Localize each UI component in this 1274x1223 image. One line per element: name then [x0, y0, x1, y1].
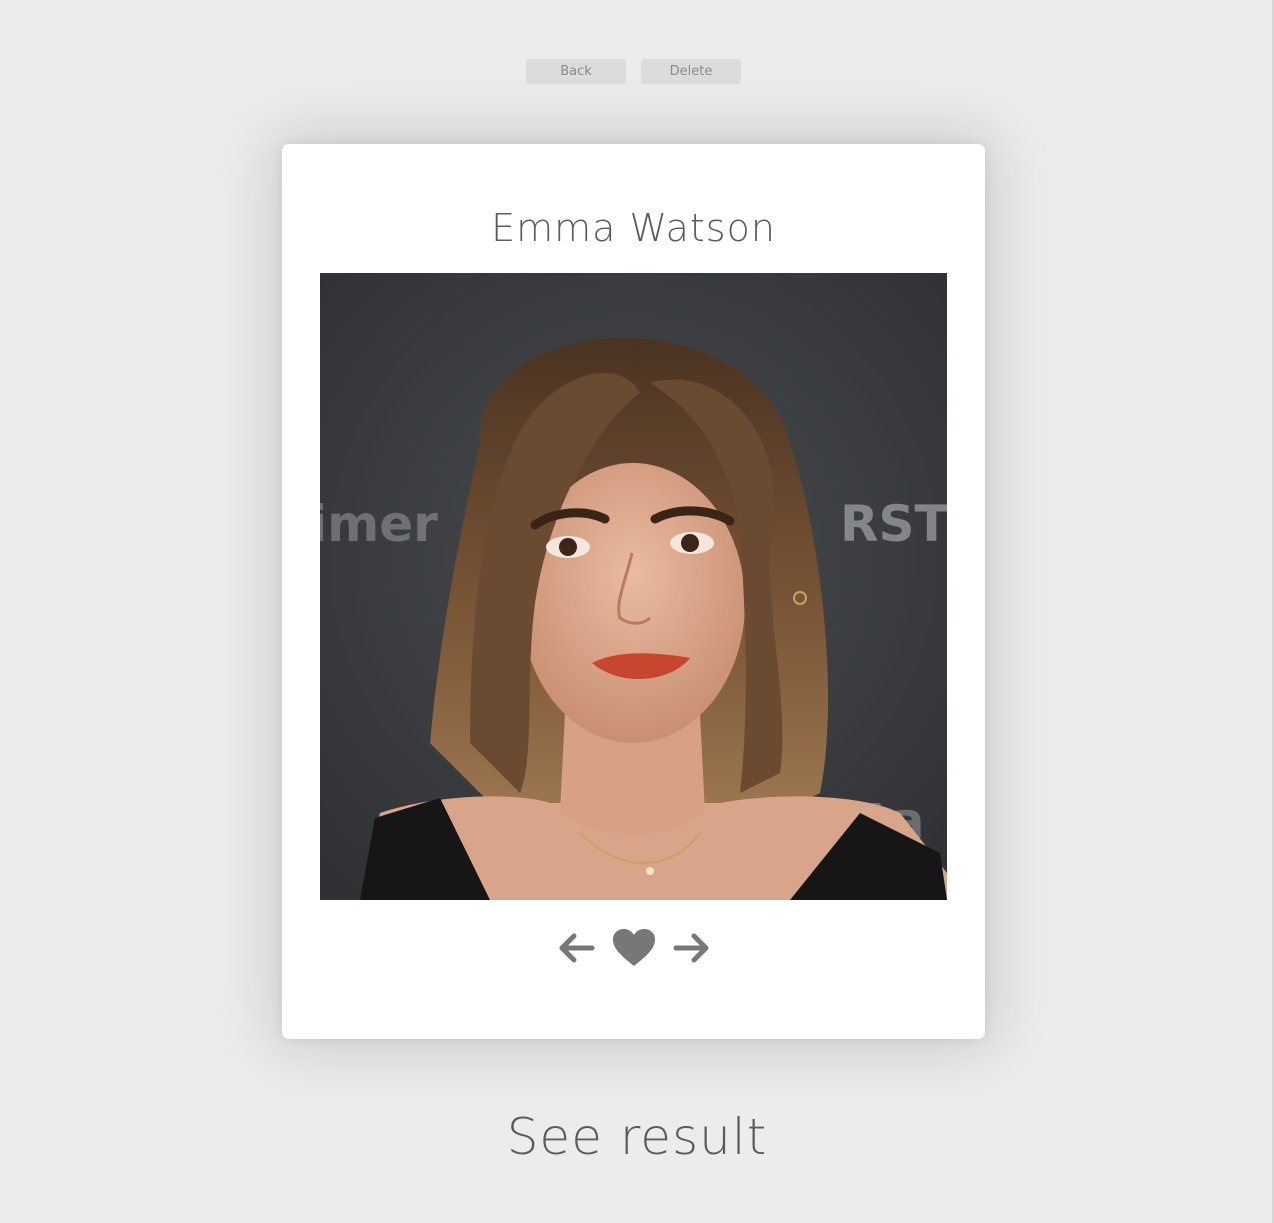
- arrow-left-icon[interactable]: [554, 928, 598, 968]
- top-toolbar: Back Delete: [526, 59, 741, 84]
- profile-card: Emma Watson imer RST: [282, 144, 985, 1039]
- svg-text:RST: RST: [840, 495, 947, 553]
- svg-text:imer: imer: [320, 495, 438, 553]
- person-name: Emma Watson: [491, 206, 776, 250]
- delete-button[interactable]: Delete: [641, 59, 741, 84]
- back-button[interactable]: Back: [526, 59, 626, 84]
- arrow-right-icon[interactable]: [670, 928, 714, 968]
- card-controls: [282, 928, 985, 968]
- heart-icon[interactable]: [612, 928, 656, 968]
- person-photo: imer RST ista: [320, 273, 947, 900]
- see-result-link[interactable]: See result: [0, 1108, 1274, 1166]
